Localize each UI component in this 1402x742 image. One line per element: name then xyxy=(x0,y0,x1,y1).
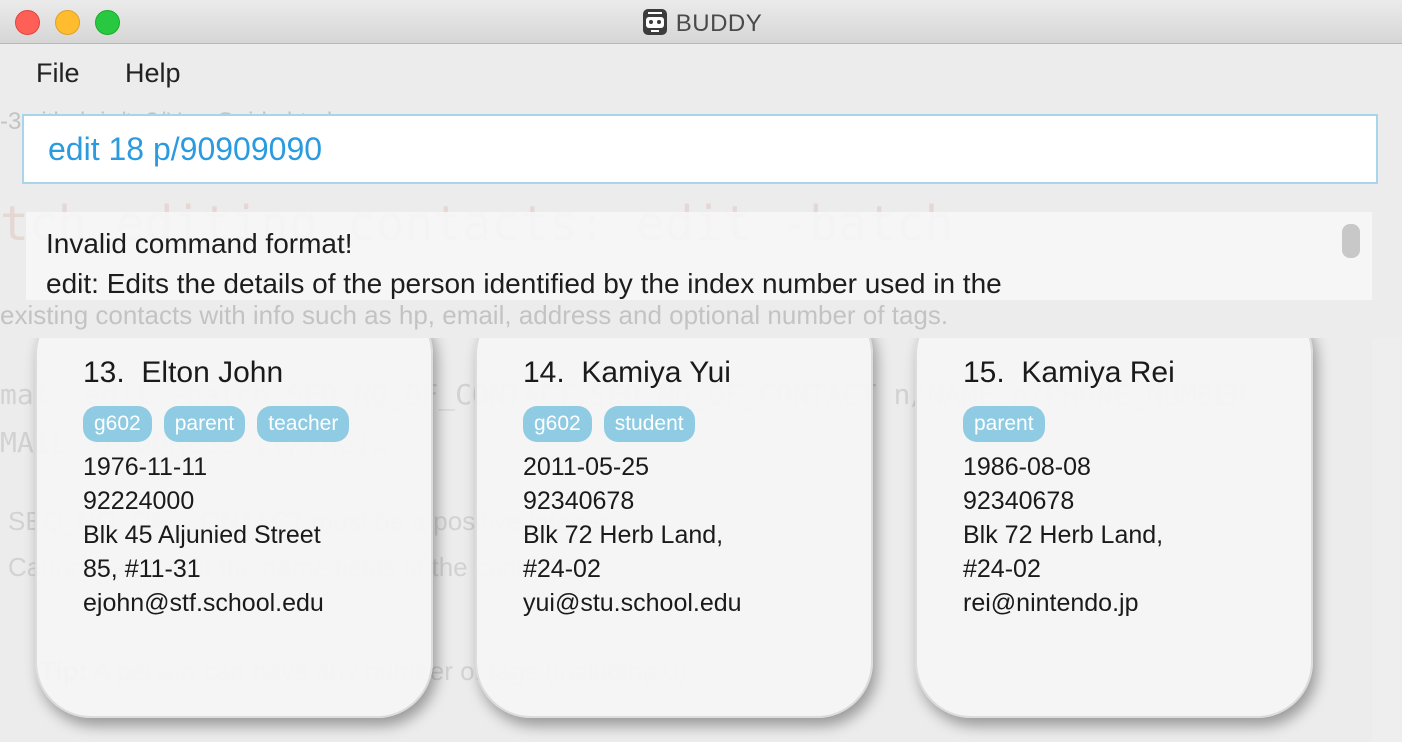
person-email: ejohn@stf.school.edu xyxy=(83,589,324,617)
person-phone: 92340678 xyxy=(963,487,1075,515)
person-address-line2: #24-02 xyxy=(523,555,601,583)
person-birthday: 1986-08-08 xyxy=(963,453,1091,481)
person-list[interactable]: 13. Elton John g602 parent teacher 1976-… xyxy=(0,338,1402,742)
result-line: Invalid command format! xyxy=(46,228,353,259)
tag: student xyxy=(603,406,695,442)
command-input[interactable] xyxy=(48,131,1348,168)
person-address-line2: #24-02 xyxy=(963,555,1041,583)
title-bar[interactable]: BUDDY xyxy=(0,0,1402,44)
person-address-line1: Blk 45 Aljunied Street xyxy=(83,521,321,549)
person-address-line1: Blk 72 Herb Land, xyxy=(963,521,1164,549)
result-scrollbar[interactable] xyxy=(1342,224,1360,258)
person-fields: 1976-11-11 92224000 Blk 45 Aljunied Stre… xyxy=(83,450,324,620)
result-line: edit: Edits the details of the person id… xyxy=(46,268,1002,299)
person-phone: 92224000 xyxy=(83,487,195,515)
person-header: 13. Elton John xyxy=(83,356,283,390)
person-index: 14. xyxy=(523,356,565,389)
person-birthday: 2011-05-25 xyxy=(523,453,650,481)
window-title-text: BUDDY xyxy=(675,10,763,37)
person-list-scrollbar[interactable] xyxy=(1372,338,1402,742)
tag: g602 xyxy=(83,406,152,442)
person-card[interactable]: 13. Elton John g602 parent teacher 1976-… xyxy=(35,338,433,718)
background-description-text: existing contacts with info such as hp, … xyxy=(0,300,949,330)
person-card[interactable]: 14. Kamiya Yui g602 student 2011-05-25 9… xyxy=(475,338,873,718)
person-index: 13. xyxy=(83,356,125,389)
result-display[interactable]: Invalid command format! edit: Edits the d… xyxy=(26,212,1372,300)
menu-bar: File Help xyxy=(0,44,1402,102)
menu-help[interactable]: Help xyxy=(125,58,181,89)
tag-list: parent xyxy=(963,406,1045,442)
command-box xyxy=(22,114,1378,184)
person-fields: 1986-08-08 92340678 Blk 72 Herb Land, #2… xyxy=(963,450,1163,620)
person-name: Kamiya Rei xyxy=(1021,356,1175,389)
person-name: Elton John xyxy=(141,356,284,389)
tag: parent xyxy=(963,406,1045,442)
person-birthday: 1976-11-11 xyxy=(83,453,208,481)
person-address-line2: 85, #11-31 xyxy=(83,555,201,583)
tag: g602 xyxy=(523,406,592,442)
person-index: 15. xyxy=(963,356,1005,389)
tag-list: g602 student xyxy=(523,406,695,442)
result-text: Invalid command format! edit: Edits the d… xyxy=(46,224,1002,300)
person-phone: 92340678 xyxy=(523,487,635,515)
tag-list: g602 parent teacher xyxy=(83,406,350,442)
person-email: rei@nintendo.jp xyxy=(963,589,1139,617)
person-address-line1: Blk 72 Herb Land, xyxy=(523,521,724,549)
person-email: yui@stu.school.edu xyxy=(523,589,742,617)
person-name: Kamiya Yui xyxy=(581,356,731,389)
menu-file[interactable]: File xyxy=(36,58,80,89)
window-title: BUDDY xyxy=(0,7,1402,38)
person-fields: 2011-05-25 92340678 Blk 72 Herb Land, #2… xyxy=(523,450,742,620)
app-logo-icon xyxy=(642,9,667,35)
tag: parent xyxy=(163,406,246,442)
person-header: 15. Kamiya Rei xyxy=(963,356,1175,390)
tag: teacher xyxy=(257,406,350,442)
person-card[interactable]: 15. Kamiya Rei parent 1986-08-08 9234067… xyxy=(915,338,1313,718)
person-header: 14. Kamiya Yui xyxy=(523,356,731,390)
